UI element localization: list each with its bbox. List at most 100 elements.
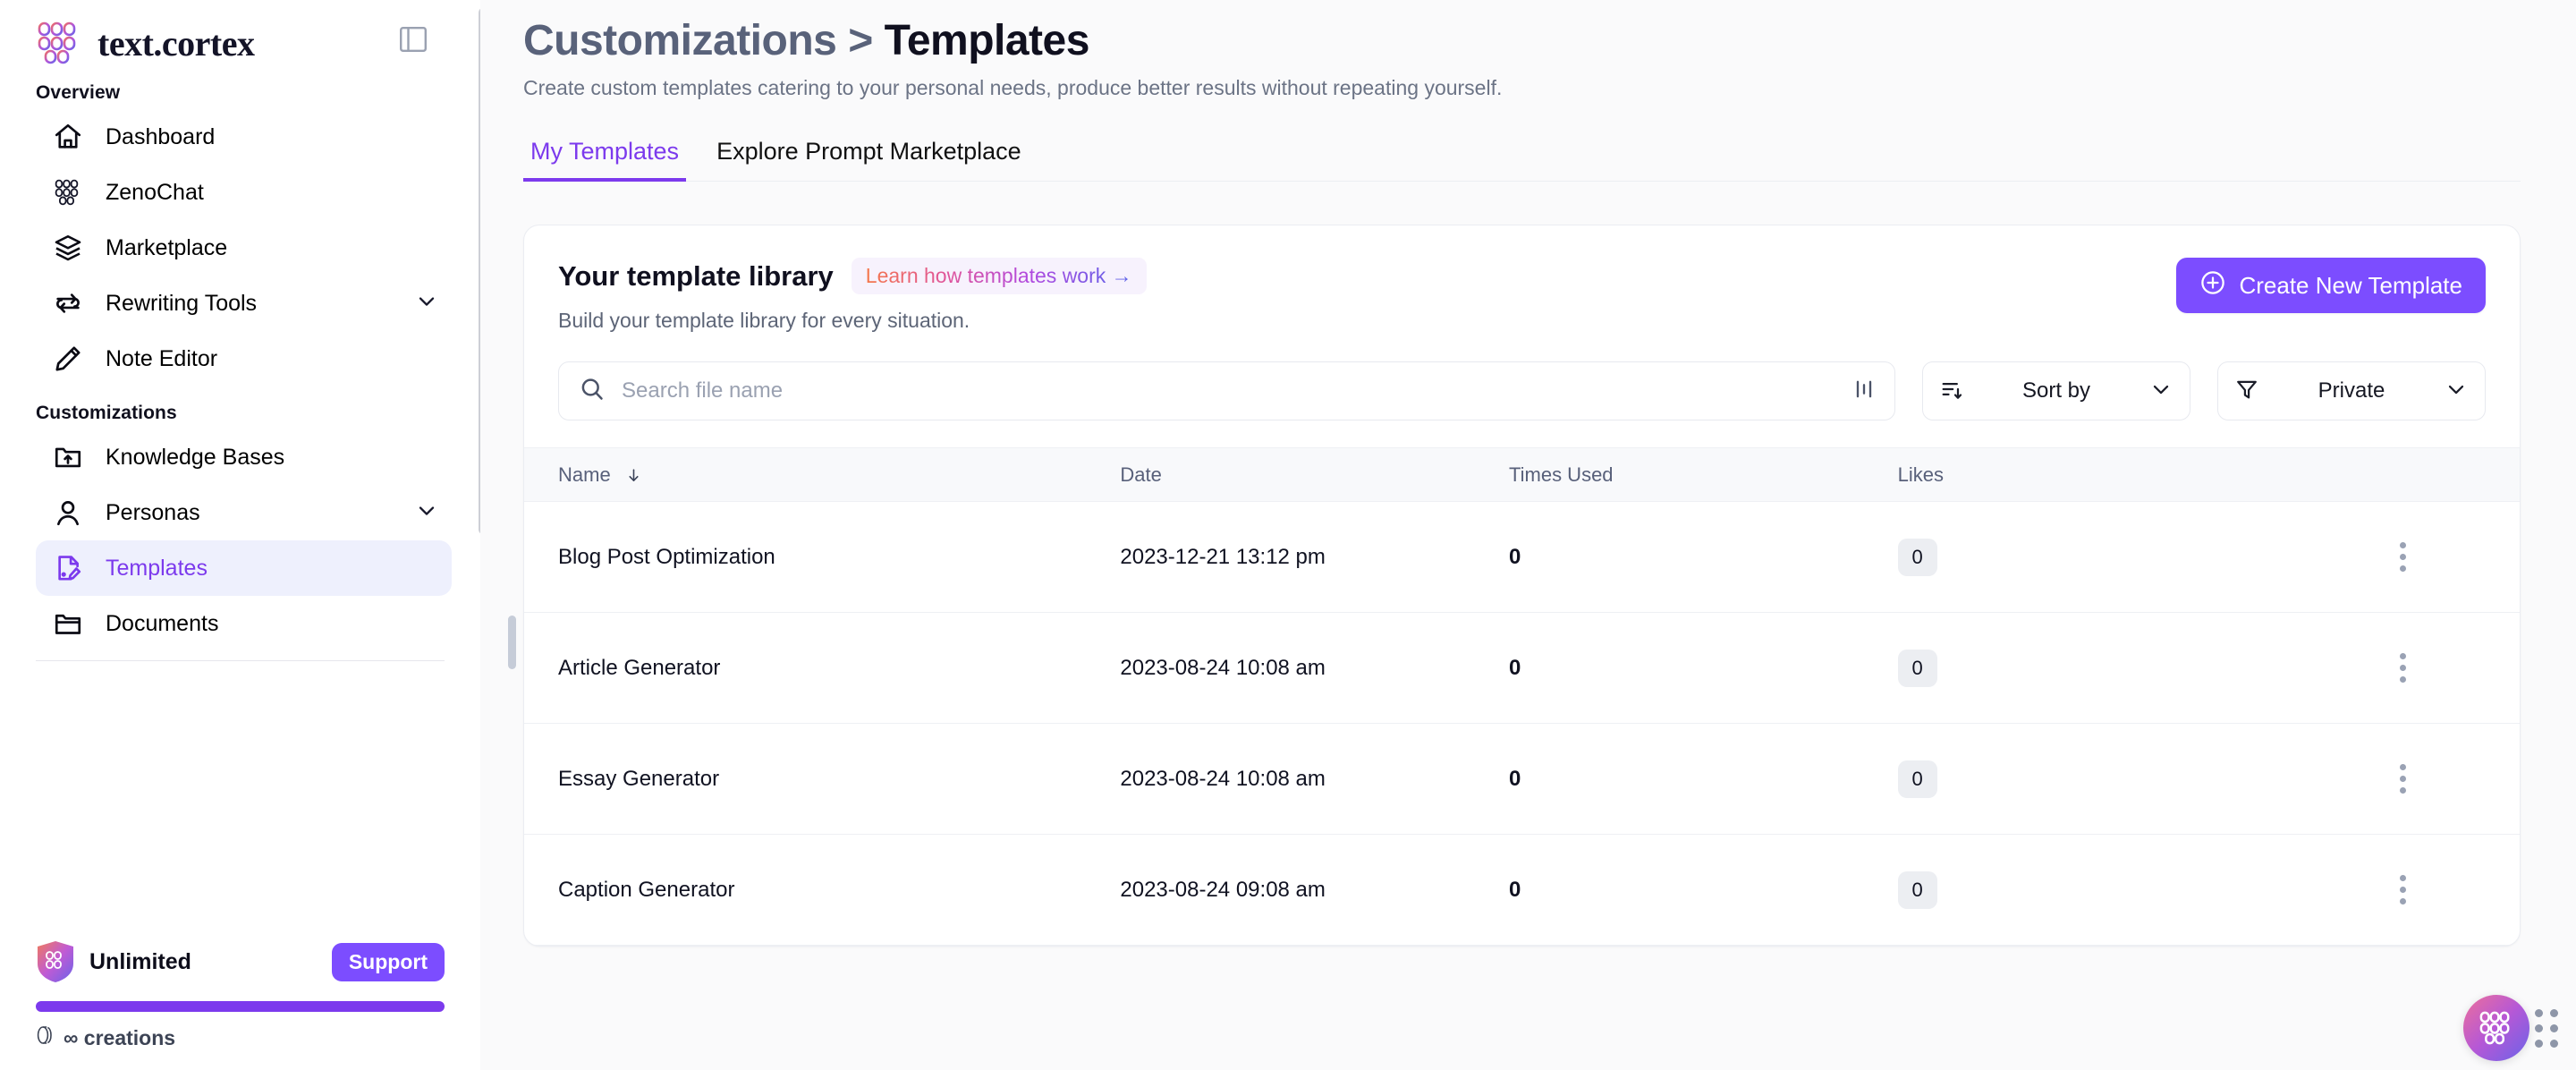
tab-bar: My Templates Explore Prompt Marketplace <box>523 138 2521 182</box>
home-icon <box>50 119 86 155</box>
column-header-date[interactable]: Date <box>1120 448 1509 502</box>
breadcrumb-parent[interactable]: Customizations <box>523 17 836 64</box>
sidebar-item-label: Documents <box>106 611 218 637</box>
cell-times-used: 0 <box>1509 502 1898 613</box>
table-row[interactable]: Blog Post Optimization 2023-12-21 13:12 … <box>524 502 2520 613</box>
cortex-assistant-icon[interactable] <box>2463 995 2529 1061</box>
sidebar-item-zenochat[interactable]: ZenoChat <box>36 165 452 220</box>
visibility-filter-select[interactable]: Private <box>2217 361 2486 420</box>
templates-table-body: Blog Post Optimization 2023-12-21 13:12 … <box>524 502 2520 946</box>
chevron-down-icon[interactable] <box>414 498 439 528</box>
panel-toggle-icon[interactable] <box>396 22 430 56</box>
sidebar-item-label: Knowledge Bases <box>106 445 284 471</box>
kebab-menu-icon[interactable] <box>2286 542 2520 572</box>
cell-times-used: 0 <box>1509 724 1898 835</box>
likes-badge: 0 <box>1898 650 1937 687</box>
sliders-icon[interactable] <box>1852 377 1877 406</box>
cell-likes: 0 <box>1898 613 2287 724</box>
cell-name: Article Generator <box>524 613 1120 724</box>
sidebar-resize-handle[interactable] <box>508 616 516 669</box>
column-header-actions <box>2286 448 2520 502</box>
sidebar-item-personas[interactable]: Personas <box>36 485 452 540</box>
kebab-menu-icon[interactable] <box>2286 764 2520 794</box>
cell-name: Caption Generator <box>524 835 1120 946</box>
search-box[interactable] <box>558 361 1895 420</box>
sidebar-item-documents[interactable]: Documents <box>36 596 452 651</box>
cell-actions <box>2286 502 2520 613</box>
cortex-icon <box>50 174 86 210</box>
create-new-template-label: Create New Template <box>2239 272 2462 300</box>
sidebar-item-label: Templates <box>106 556 208 582</box>
cell-actions <box>2286 613 2520 724</box>
cell-date: 2023-12-21 13:12 pm <box>1120 502 1509 613</box>
table-row[interactable]: Essay Generator 2023-08-24 10:08 am 0 0 <box>524 724 2520 835</box>
filter-bar: Sort by Private <box>524 333 2520 447</box>
sidebar-divider <box>36 660 445 661</box>
sidebar-item-note-editor[interactable]: Note Editor <box>36 331 452 386</box>
template-library-card: Your template library Learn how template… <box>523 225 2521 947</box>
sidebar-item-label: Note Editor <box>106 346 217 372</box>
sidebar-item-marketplace[interactable]: Marketplace <box>36 220 452 276</box>
cell-times-used: 0 <box>1509 613 1898 724</box>
search-input[interactable] <box>622 378 1852 403</box>
user-icon <box>50 495 86 531</box>
breadcrumb-separator: > <box>836 17 884 64</box>
tab-explore-prompt-marketplace[interactable]: Explore Prompt Marketplace <box>709 138 1029 182</box>
cell-date: 2023-08-24 10:08 am <box>1120 613 1509 724</box>
search-icon <box>579 376 606 407</box>
sidebar-item-label: ZenoChat <box>106 180 204 206</box>
sidebar-item-templates[interactable]: Templates <box>36 540 452 596</box>
kebab-menu-icon[interactable] <box>2286 653 2520 683</box>
arrow-down-icon <box>625 463 642 486</box>
sidebar-item-knowledge-bases[interactable]: Knowledge Bases <box>36 429 452 485</box>
folder-icon <box>50 606 86 641</box>
support-button[interactable]: Support <box>332 943 445 981</box>
cell-likes: 0 <box>1898 724 2287 835</box>
floating-assistant <box>2463 995 2558 1061</box>
main-inner: Customizations > Templates Create custom… <box>480 0 2576 947</box>
column-header-times-used[interactable]: Times Used <box>1509 448 1898 502</box>
table-row[interactable]: Article Generator 2023-08-24 10:08 am 0 … <box>524 613 2520 724</box>
sidebar-item-label: Personas <box>106 500 200 526</box>
cell-actions <box>2286 835 2520 946</box>
main-content: Customizations > Templates Create custom… <box>480 0 2576 1070</box>
cell-name: Essay Generator <box>524 724 1120 835</box>
brand-name: text.cortex <box>97 22 254 64</box>
card-title-wrap: Your template library Learn how template… <box>558 258 2176 333</box>
table-header-row: Name Date Times Used Likes <box>524 448 2520 502</box>
sidebar-item-label: Rewriting Tools <box>106 291 257 317</box>
card-title: Your template library <box>558 260 834 293</box>
column-header-name[interactable]: Name <box>524 448 1120 502</box>
plan-row: Unlimited Support <box>36 938 445 985</box>
drag-grip-icon[interactable] <box>2535 1009 2558 1048</box>
plan-shield-icon <box>36 940 75 983</box>
chevron-down-icon[interactable] <box>414 289 439 318</box>
column-header-likes[interactable]: Likes <box>1898 448 2287 502</box>
table-row[interactable]: Caption Generator 2023-08-24 09:08 am 0 … <box>524 835 2520 946</box>
cell-date: 2023-08-24 09:08 am <box>1120 835 1509 946</box>
creations-label: ∞ creations <box>64 1026 175 1050</box>
chevron-down-icon <box>2148 377 2174 406</box>
sort-by-value: Sort by <box>1964 378 2148 403</box>
layers-icon <box>50 230 86 266</box>
creations-counter: ∞ creations <box>36 1023 445 1052</box>
learn-link-label: Learn how templates work → <box>866 264 1132 287</box>
sidebar: text.cortex Overview Dashboard <box>0 0 480 1070</box>
sidebar-item-rewriting-tools[interactable]: Rewriting Tools <box>36 276 452 331</box>
tab-my-templates[interactable]: My Templates <box>523 138 686 182</box>
kebab-menu-icon[interactable] <box>2286 875 2520 904</box>
cell-date: 2023-08-24 10:08 am <box>1120 724 1509 835</box>
plan-name: Unlimited <box>89 949 191 975</box>
create-new-template-button[interactable]: Create New Template <box>2176 258 2486 313</box>
sort-by-select[interactable]: Sort by <box>1922 361 2190 420</box>
column-header-name-label: Name <box>558 463 611 486</box>
learn-how-templates-work-link[interactable]: Learn how templates work → <box>852 258 1147 294</box>
sidebar-footer: Unlimited Support ∞ creations <box>0 922 480 1070</box>
app-root: text.cortex Overview Dashboard <box>0 0 2576 1070</box>
template-edit-icon <box>50 550 86 586</box>
cell-likes: 0 <box>1898 502 2287 613</box>
sidebar-item-label: Marketplace <box>106 235 227 261</box>
cell-name: Blog Post Optimization <box>524 502 1120 613</box>
sidebar-item-dashboard[interactable]: Dashboard <box>36 109 452 165</box>
filter-icon <box>2234 377 2259 406</box>
